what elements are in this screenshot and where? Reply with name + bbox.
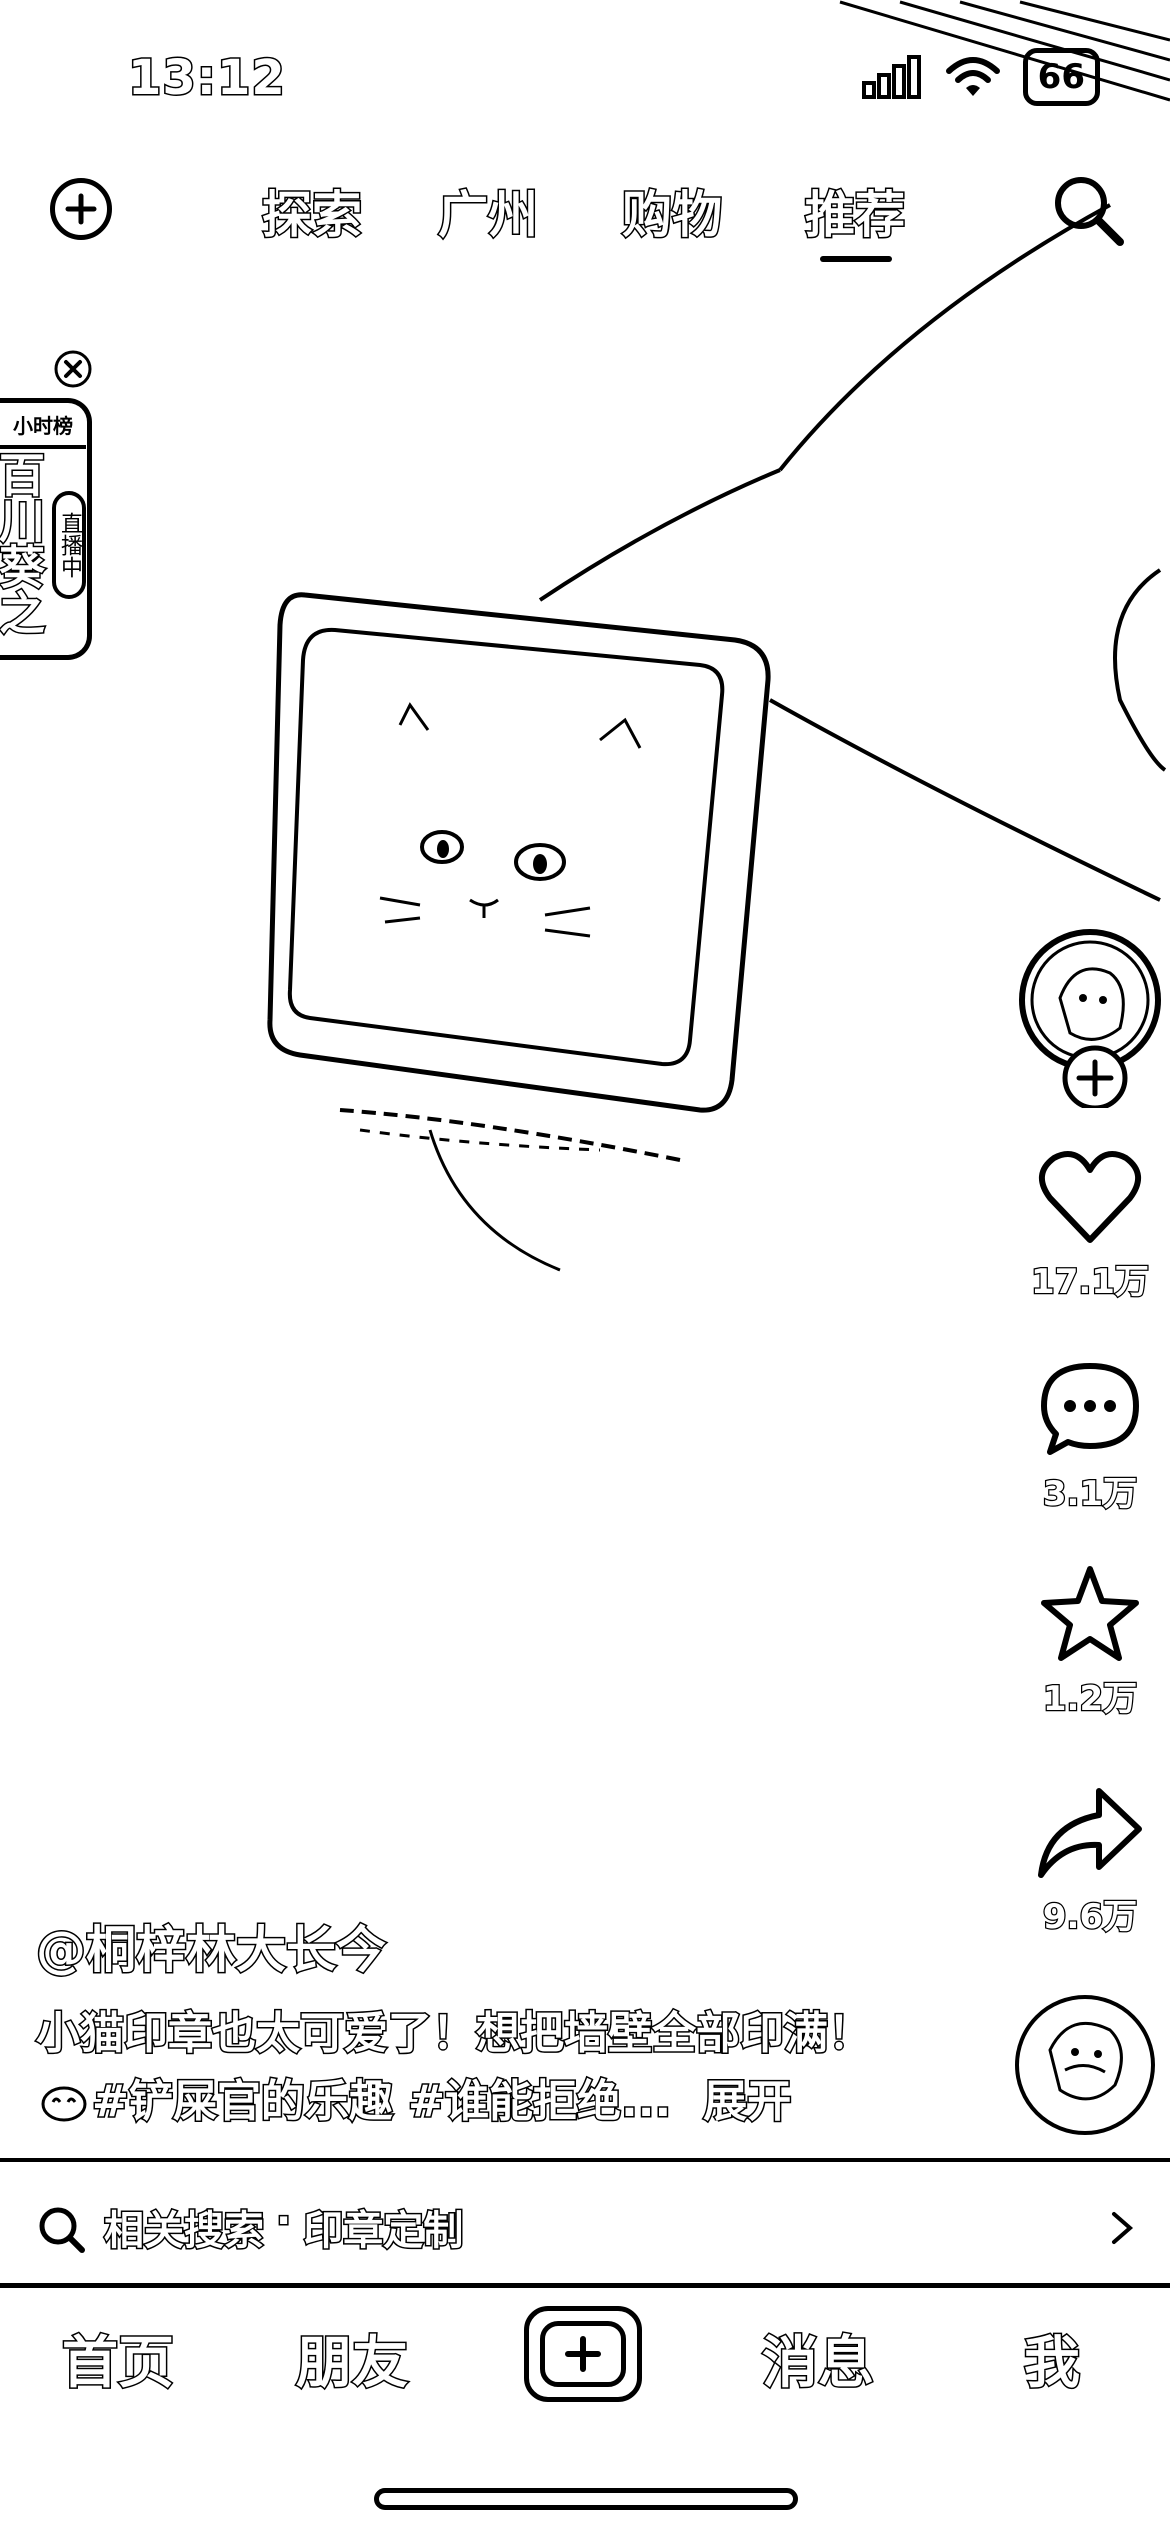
- cat-stamp-illustration: [267, 592, 771, 1113]
- caption-hashtags[interactable]: #铲屎官的乐趣 #谁能拒绝...: [90, 2075, 672, 2129]
- tabbar-friends[interactable]: 朋友: [295, 2318, 410, 2399]
- tabbar-me[interactable]: 我: [1023, 2318, 1082, 2399]
- create-inner-frame: [540, 2321, 626, 2387]
- comment-count: 3.1万: [1042, 1473, 1139, 1516]
- chevron-right-icon: [1112, 2212, 1134, 2244]
- plus-icon: [565, 2336, 601, 2372]
- favorite-button[interactable]: 1.2万: [1020, 1565, 1160, 1720]
- heart-icon: [1039, 1151, 1141, 1243]
- hand-outline: [778, 203, 1111, 472]
- post-caption[interactable]: 小猫印章也太可爱了！想把墙壁全部印满！ #铲屎官的乐趣 #谁能拒绝... 展开: [35, 2000, 896, 2136]
- close-badge-icon[interactable]: [52, 348, 94, 394]
- live-badge-rank-label: 小时榜: [0, 403, 86, 449]
- share-button[interactable]: 9.6万: [1020, 1785, 1160, 1938]
- comment-button[interactable]: 3.1万: [1020, 1360, 1160, 1515]
- share-icon: [1038, 1788, 1142, 1878]
- search-small-icon: [39, 2207, 85, 2253]
- related-search-separator: ·: [274, 2197, 292, 2246]
- like-button[interactable]: 17.1万: [1020, 1150, 1160, 1303]
- post-username[interactable]: @桐梓林大长今: [35, 1910, 388, 1982]
- video-player[interactable]: [0, 0, 1170, 2532]
- comment-icon: [1041, 1363, 1139, 1455]
- create-post-button[interactable]: [524, 2306, 642, 2402]
- favorite-count: 1.2万: [1042, 1678, 1139, 1721]
- tabbar-messages[interactable]: 消息: [761, 2318, 876, 2399]
- expand-link[interactable]: 展开: [702, 2075, 793, 2129]
- live-badge-title: 百川葵之季: [0, 450, 48, 637]
- related-search-term: 印章定制: [302, 2207, 465, 2256]
- home-indicator[interactable]: [374, 2488, 798, 2510]
- star-icon: [1041, 1566, 1139, 1661]
- live-badge[interactable]: 小时榜 百川葵之季 直播中: [0, 398, 92, 660]
- author-avatar[interactable]: [1019, 928, 1161, 1112]
- related-search-label: 相关搜索: [103, 2207, 266, 2256]
- emoji-icon: [41, 2086, 87, 2122]
- related-search-bar[interactable]: 相关搜索 · 印章定制: [0, 2158, 1170, 2288]
- music-disc[interactable]: [1010, 1990, 1160, 2144]
- tabbar-home[interactable]: 首页: [61, 2318, 176, 2399]
- caption-text: 小猫印章也太可爱了！想把墙壁全部印满！: [35, 2007, 874, 2061]
- like-count: 17.1万: [1030, 1261, 1150, 1304]
- live-status-pill: 直播中: [52, 491, 86, 599]
- share-count: 9.6万: [1042, 1896, 1139, 1939]
